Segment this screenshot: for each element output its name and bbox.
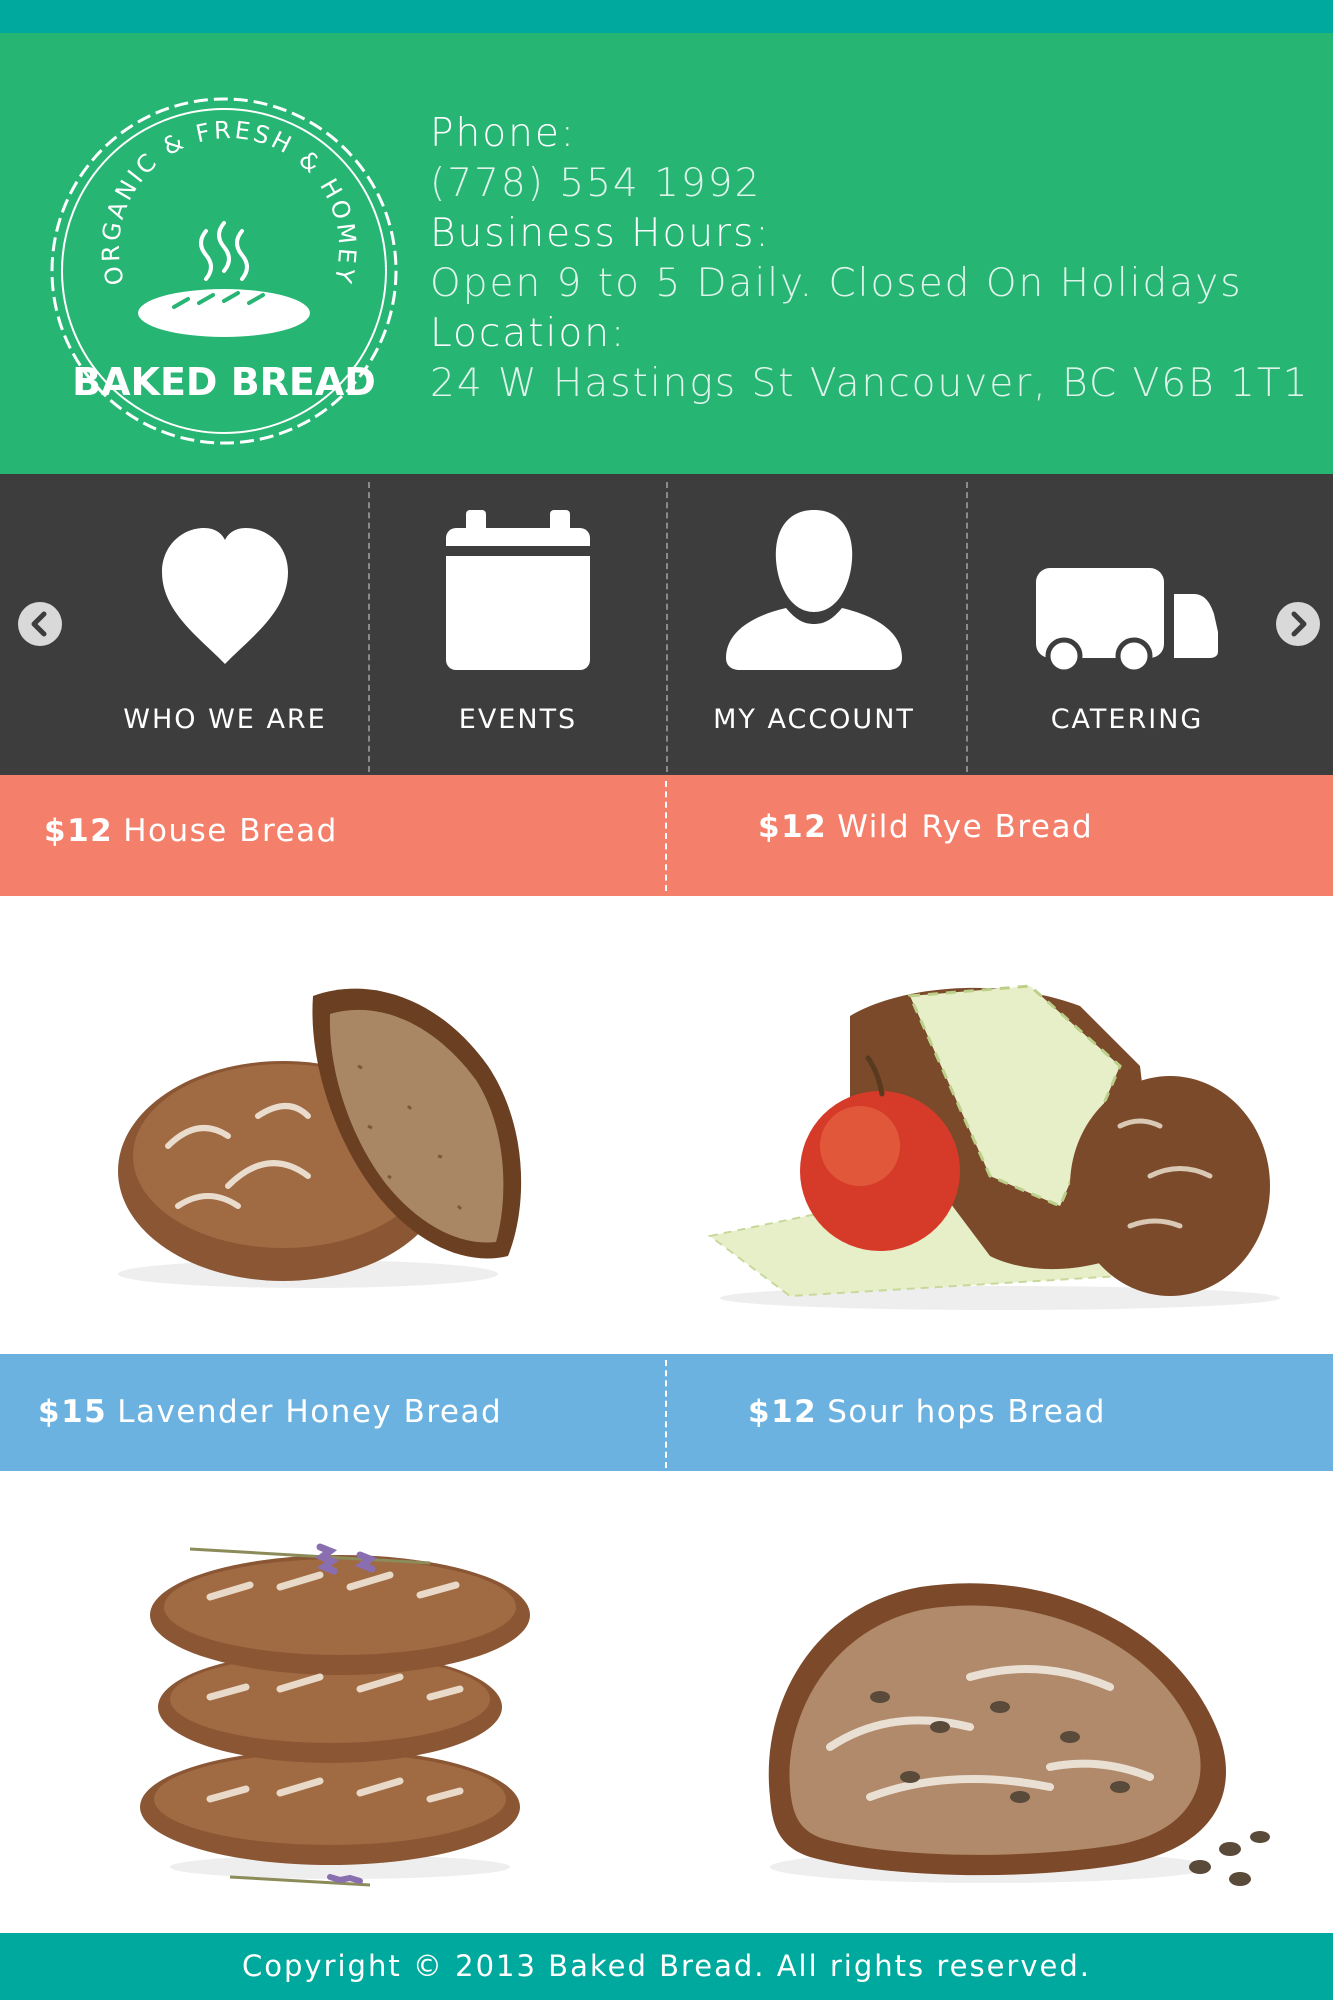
product-name: Wild Rye Bread [837,809,1094,845]
product-wild-rye-bread-link[interactable]: $12 Wild Rye Bread [758,809,1093,845]
product-name: House Bread [123,813,338,849]
product-price-band-1: $12 House Bread $12 Wild Rye Bread [0,775,1333,896]
contact-info: Phone: (778) 554 1992 Business Hours: Op… [430,109,1309,409]
nav-divider [666,482,668,772]
nav-label: WHO WE ARE [123,704,327,735]
nav-item-events[interactable]: EVENTS [378,474,658,775]
sour-hops-bread-image[interactable] [750,1567,1280,1907]
product-price: $12 [748,1394,818,1430]
nav-item-my-account[interactable]: MY ACCOUNT [676,474,952,775]
nav-divider [368,482,370,772]
truck-icon [1036,568,1218,674]
chevron-right-icon [1291,611,1307,637]
product-lavender-honey-bread-link[interactable]: $15 Lavender Honey Bread [38,1394,502,1430]
hours-value: Open 9 to 5 Daily. Closed On Holidays [430,261,1243,306]
product-row-1 [0,896,1333,1354]
user-icon [726,510,902,670]
copyright-text: Copyright © 2013 Baked Bread. All rights… [242,1949,1091,1983]
nav-item-who-we-are[interactable]: WHO WE ARE [90,474,360,775]
product-price: $12 [758,809,828,845]
calendar-icon [446,510,590,670]
product-house-bread-link[interactable]: $12 House Bread [44,813,338,849]
header: ORGANIC & FRESH & HOMEY BAKED BREAD Phon… [0,33,1333,474]
bread-loaf-icon [138,289,310,337]
band-divider [665,1360,667,1468]
house-bread-image[interactable] [108,956,568,1296]
chevron-left-icon [31,611,47,637]
nav-label: EVENTS [458,704,578,735]
baked-bread-logo[interactable]: ORGANIC & FRESH & HOMEY BAKED BREAD [34,81,414,461]
nav-bar: WHO WE ARE EVENTS MY ACCOUNT CATERING [0,474,1333,775]
phone-value[interactable]: (778) 554 1992 [430,159,1309,209]
band-divider [665,781,667,891]
carousel-prev-button[interactable] [18,602,62,646]
footer: Copyright © 2013 Baked Bread. All rights… [0,1933,1333,2000]
product-price: $12 [44,813,114,849]
phone-label: Phone: [430,111,576,156]
carousel-next-button[interactable] [1276,602,1320,646]
product-name: Sour hops Bread [827,1394,1106,1430]
steam-icon [199,221,249,281]
wild-rye-bread-image[interactable] [707,984,1280,1310]
nav-label: MY ACCOUNT [713,704,915,735]
lavender-honey-bread-image[interactable] [130,1537,550,1897]
product-price-band-2: $15 Lavender Honey Bread $12 Sour hops Bre… [0,1354,1333,1471]
product-price: $15 [38,1394,108,1430]
logo-brand-name: BAKED BREAD [72,360,376,404]
hours-label: Business Hours: [430,211,771,256]
product-row-2 [0,1471,1333,1933]
top-stripe [0,0,1333,33]
product-name: Lavender Honey Bread [117,1394,503,1430]
heart-icon [162,528,288,664]
nav-item-catering[interactable]: CATERING [976,474,1278,775]
nav-divider [966,482,968,772]
location-value[interactable]: 24 W Hastings St Vancouver, BC V6B 1T1 [430,359,1309,409]
nav-label: CATERING [1050,704,1204,735]
product-sour-hops-bread-link[interactable]: $12 Sour hops Bread [748,1394,1106,1430]
location-label: Location: [430,311,627,356]
